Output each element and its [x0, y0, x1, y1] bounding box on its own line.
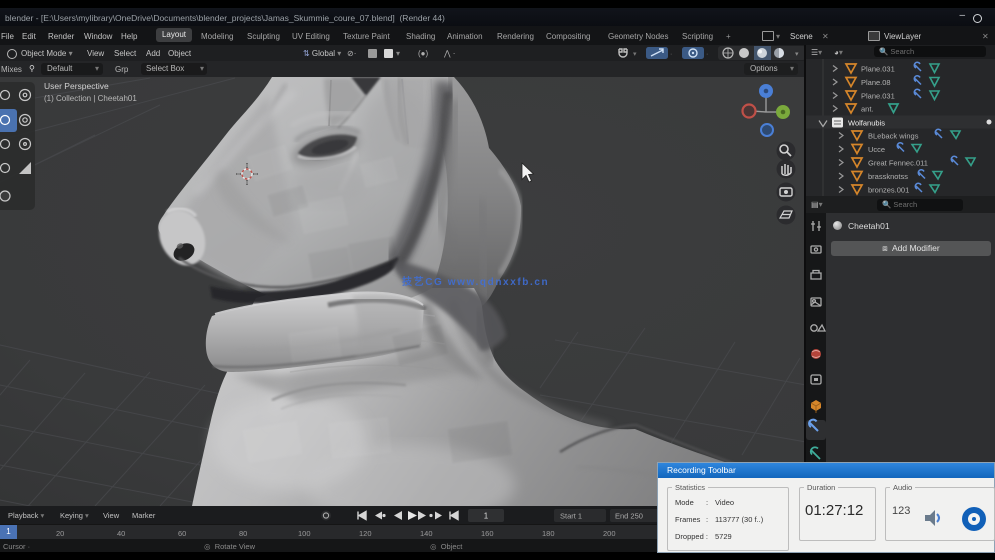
svg-text:ant.: ant. — [861, 105, 874, 114]
svg-text:Wolfanubis: Wolfanubis — [848, 119, 885, 128]
svg-text:brassknotss: brassknotss — [868, 172, 908, 181]
svg-text:技艺CG www.qdnxxfb.cn: 技艺CG www.qdnxxfb.cn — [402, 275, 549, 288]
svg-text:Plane.08: Plane.08 — [861, 78, 891, 87]
svg-text:1: 1 — [484, 512, 489, 521]
svg-text:bronzes.001: bronzes.001 — [868, 186, 909, 195]
svg-text:BLeback wings: BLeback wings — [868, 132, 919, 141]
svg-text:End 250: End 250 — [615, 512, 643, 521]
svg-text:·: · — [670, 51, 672, 58]
svg-text:·: · — [706, 51, 708, 58]
svg-text:(1) Collection | Cheetah01: (1) Collection | Cheetah01 — [44, 94, 137, 103]
svg-text:Start 1: Start 1 — [560, 512, 582, 521]
svg-text:User Perspective: User Perspective — [44, 81, 109, 91]
svg-text:Plane.031: Plane.031 — [861, 92, 895, 101]
svg-text:Plane.031: Plane.031 — [861, 65, 895, 74]
svg-text:Ucce: Ucce — [868, 145, 885, 154]
svg-text:▾: ▾ — [633, 51, 637, 58]
svg-text:▾: ▾ — [795, 51, 799, 58]
svg-text:Great Fennec.011: Great Fennec.011 — [868, 159, 928, 168]
